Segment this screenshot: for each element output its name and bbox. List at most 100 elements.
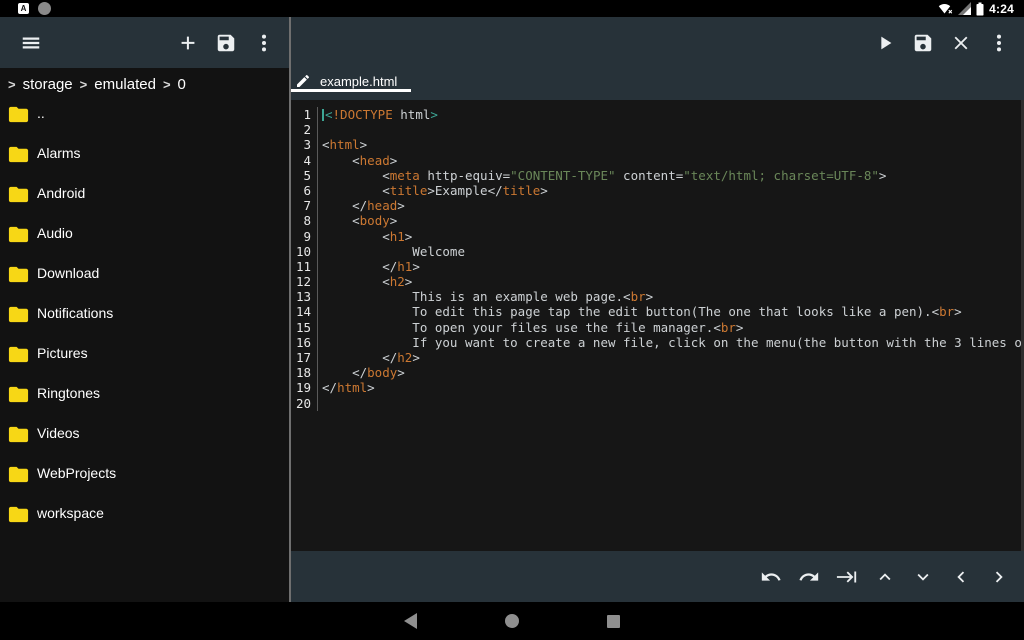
code-line[interactable]: 7 </head> <box>291 198 1024 213</box>
code-token: !DOCTYPE <box>333 107 393 122</box>
code-token: </ <box>322 380 337 395</box>
code-line-content: </h2> <box>318 350 420 365</box>
code-line[interactable]: 18 </body> <box>291 365 1024 380</box>
move-left-button[interactable] <box>950 566 972 588</box>
redo-button[interactable] <box>798 566 820 588</box>
folder-item[interactable]: Pictures <box>0 340 289 380</box>
breadcrumb-segment[interactable]: emulated <box>94 76 156 93</box>
folder-item[interactable]: workspace <box>0 500 289 540</box>
code-line[interactable]: 2 <box>291 122 1024 137</box>
code-line-content: If you want to create a new file, click … <box>318 335 1022 350</box>
undo-button[interactable] <box>760 566 782 588</box>
folder-icon <box>5 343 32 366</box>
code-line[interactable]: 8 <body> <box>291 213 1024 228</box>
code-line[interactable]: 12 <h2> <box>291 274 1024 289</box>
code-token: http-equiv= <box>420 168 510 183</box>
tab-label: example.html <box>320 74 397 89</box>
code-line[interactable]: 10 Welcome <box>291 244 1024 259</box>
breadcrumb[interactable]: >storage>emulated>0 <box>0 68 289 100</box>
new-file-button[interactable] <box>177 32 199 54</box>
code-line[interactable]: 20 <box>291 396 1024 411</box>
code-token: > <box>540 183 548 198</box>
editor-toolbar <box>291 17 1024 68</box>
code-token: </ <box>322 198 367 213</box>
code-line[interactable]: 9 <h1> <box>291 229 1024 244</box>
chevron-left-icon <box>950 566 972 588</box>
menu-button[interactable] <box>20 32 42 54</box>
code-token: > <box>360 137 368 152</box>
cursor-controls <box>760 566 1010 588</box>
play-icon <box>874 32 896 54</box>
move-up-button[interactable] <box>874 566 896 588</box>
close-file-button[interactable] <box>950 32 972 54</box>
folder-name: Download <box>37 265 99 281</box>
breadcrumb-separator: > <box>8 77 16 92</box>
redo-icon <box>798 566 820 588</box>
folder-icon <box>5 383 32 406</box>
tab-indent-button[interactable] <box>836 566 858 588</box>
chevron-up-icon <box>874 566 896 588</box>
line-number: 11 <box>291 259 318 274</box>
folder-item[interactable]: Alarms <box>0 140 289 180</box>
editor-overflow-menu-button[interactable] <box>988 32 1010 54</box>
home-icon[interactable] <box>505 614 519 628</box>
back-icon[interactable] <box>404 613 417 629</box>
folder-item[interactable]: Ringtones <box>0 380 289 420</box>
folder-icon <box>5 143 32 166</box>
code-line[interactable]: 6 <title>Example</title> <box>291 183 1024 198</box>
code-token: < <box>322 153 360 168</box>
folder-item[interactable]: Download <box>0 260 289 300</box>
code-line[interactable]: 13 This is an example web page.<br> <box>291 289 1024 304</box>
folder-item[interactable]: Audio <box>0 220 289 260</box>
code-line[interactable]: 14 To edit this page tap the edit button… <box>291 304 1024 319</box>
code-line-content: To edit this page tap the edit button(Th… <box>318 304 962 319</box>
code-editor[interactable]: 1<!DOCTYPE html>23<html>4 <head>5 <meta … <box>291 100 1024 551</box>
move-down-button[interactable] <box>912 566 934 588</box>
save-file-button[interactable] <box>215 32 237 54</box>
recents-icon[interactable] <box>607 615 620 628</box>
file-toolbar-actions <box>157 32 275 54</box>
run-button[interactable] <box>874 32 896 54</box>
code-line[interactable]: 15 To open your files use the file manag… <box>291 320 1024 335</box>
breadcrumb-segment[interactable]: storage <box>23 76 73 93</box>
folder-item[interactable]: Notifications <box>0 300 289 340</box>
folder-item[interactable]: WebProjects <box>0 460 289 500</box>
code-token: > <box>405 229 413 244</box>
more-vertical-icon <box>988 32 1010 54</box>
code-line[interactable]: 5 <meta http-equiv="CONTENT-TYPE" conten… <box>291 168 1024 183</box>
code-line[interactable]: 1<!DOCTYPE html> <box>291 107 1024 122</box>
save-icon <box>912 32 934 54</box>
code-line-content: <html> <box>318 137 367 152</box>
code-token: body <box>360 213 390 228</box>
save-document-button[interactable] <box>912 32 934 54</box>
code-token: content= <box>616 168 684 183</box>
tab-example-html[interactable]: example.html <box>291 68 411 100</box>
file-overflow-menu-button[interactable] <box>253 32 275 54</box>
line-number: 12 <box>291 274 318 289</box>
breadcrumb-segment[interactable]: 0 <box>178 76 186 93</box>
chevron-down-icon <box>912 566 934 588</box>
line-number: 7 <box>291 198 318 213</box>
folder-item[interactable]: Android <box>0 180 289 220</box>
code-token: > <box>390 153 398 168</box>
code-token: To edit this page tap the edit button(Th… <box>322 304 939 319</box>
line-number: 19 <box>291 380 318 395</box>
undo-icon <box>760 566 782 588</box>
code-line-content: <title>Example</title> <box>318 183 548 198</box>
code-line[interactable]: 19</html> <box>291 380 1024 395</box>
text-cursor <box>322 109 324 121</box>
code-line[interactable]: 3<html> <box>291 137 1024 152</box>
move-right-button[interactable] <box>988 566 1010 588</box>
code-line[interactable]: 16 If you want to create a new file, cli… <box>291 335 1024 350</box>
code-line[interactable]: 11 </h1> <box>291 259 1024 274</box>
code-line[interactable]: 17 </h2> <box>291 350 1024 365</box>
code-line[interactable]: 4 <head> <box>291 153 1024 168</box>
code-line-content: To open your files use the file manager.… <box>318 320 743 335</box>
code-token: > <box>646 289 654 304</box>
line-number: 2 <box>291 122 318 137</box>
folder-item[interactable]: .. <box>0 100 289 140</box>
code-token: h1 <box>397 259 412 274</box>
folder-item[interactable]: Videos <box>0 420 289 460</box>
code-token: > <box>397 365 405 380</box>
folder-icon <box>5 223 32 246</box>
